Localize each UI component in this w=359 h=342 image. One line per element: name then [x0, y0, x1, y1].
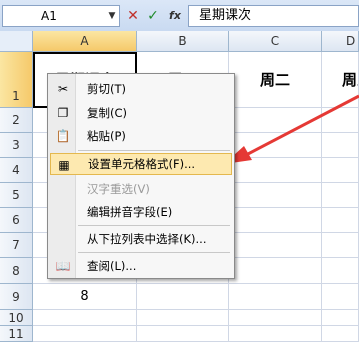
menu-item-cut[interactable]: ✂ 剪切(T)	[50, 78, 232, 100]
menu-item-label: 设置单元格格式(F)...	[88, 157, 196, 171]
menu-separator	[78, 150, 230, 151]
menu-separator	[78, 225, 230, 226]
menu-item-label: 粘贴(P)	[87, 129, 126, 143]
copy-icon: ❐	[57, 106, 69, 120]
menu-item-copy[interactable]: ❐ 复制(C)	[50, 102, 232, 124]
menu-item-label: 查阅(L)...	[87, 259, 137, 273]
paste-icon: 📋	[55, 129, 71, 143]
context-menu: ✂ 剪切(T) ❐ 复制(C) 📋 粘贴(P) ▦ 设置单元格格式(F)... …	[47, 73, 235, 279]
menu-item-paste[interactable]: 📋 粘贴(P)	[50, 125, 232, 147]
menu-item-label: 从下拉列表中选择(K)...	[87, 232, 207, 246]
menu-item-research[interactable]: 📖 查阅(L)...	[50, 255, 232, 277]
menu-item-label: 汉字重选(V)	[87, 182, 150, 196]
scissors-icon: ✂	[57, 82, 69, 96]
menu-separator	[78, 252, 230, 253]
format-cells-icon: ▦	[58, 158, 70, 172]
menu-item-label: 编辑拼音字段(E)	[87, 205, 173, 219]
menu-item-hanzi-reselect[interactable]: 汉字重选(V)	[50, 178, 232, 200]
menu-item-format-cells[interactable]: ▦ 设置单元格格式(F)...	[50, 153, 232, 175]
menu-item-label: 剪切(T)	[87, 82, 126, 96]
menu-item-edit-phonetic[interactable]: 编辑拼音字段(E)	[50, 201, 232, 223]
menu-item-label: 复制(C)	[87, 106, 128, 120]
menu-item-pick-from-list[interactable]: 从下拉列表中选择(K)...	[50, 228, 232, 250]
research-icon: 📖	[55, 259, 71, 273]
